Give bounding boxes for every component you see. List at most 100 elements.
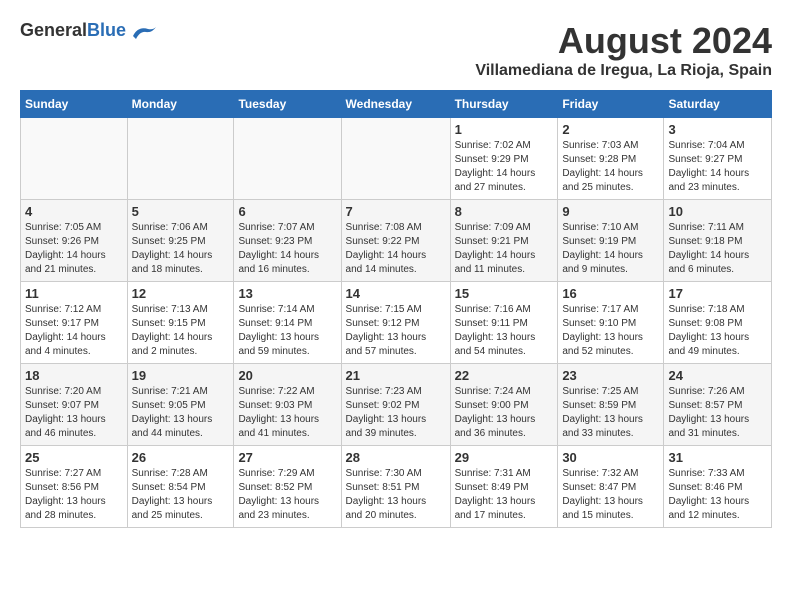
day-info: Sunrise: 7:08 AM Sunset: 9:22 PM Dayligh… — [346, 221, 446, 277]
day-info: Sunrise: 7:20 AM Sunset: 9:07 PM Dayligh… — [25, 385, 123, 441]
calendar-cell: 19 Sunrise: 7:21 AM Sunset: 9:05 PM Dayli… — [127, 364, 234, 446]
day-info: Sunrise: 7:15 AM Sunset: 9:12 PM Dayligh… — [346, 303, 446, 359]
calendar-table: SundayMondayTuesdayWednesdayThursdayFrid… — [20, 90, 772, 528]
logo-text: GeneralBlue — [20, 20, 126, 41]
day-info: Sunrise: 7:30 AM Sunset: 8:51 PM Dayligh… — [346, 467, 446, 523]
day-info: Sunrise: 7:16 AM Sunset: 9:11 PM Dayligh… — [455, 303, 554, 359]
calendar-cell: 5 Sunrise: 7:06 AM Sunset: 9:25 PM Daylig… — [127, 200, 234, 282]
day-info: Sunrise: 7:24 AM Sunset: 9:00 PM Dayligh… — [455, 385, 554, 441]
calendar-cell: 4 Sunrise: 7:05 AM Sunset: 9:26 PM Daylig… — [21, 200, 128, 282]
calendar-cell: 18 Sunrise: 7:20 AM Sunset: 9:07 PM Dayli… — [21, 364, 128, 446]
weekday-header-friday: Friday — [558, 91, 664, 118]
logo-general: General — [20, 20, 87, 40]
month-title: August 2024 — [475, 20, 772, 62]
day-number: 27 — [238, 450, 336, 465]
day-number: 16 — [562, 286, 659, 301]
calendar-cell: 15 Sunrise: 7:16 AM Sunset: 9:11 PM Dayli… — [450, 282, 558, 364]
weekday-header-tuesday: Tuesday — [234, 91, 341, 118]
day-number: 20 — [238, 368, 336, 383]
day-info: Sunrise: 7:21 AM Sunset: 9:05 PM Dayligh… — [132, 385, 230, 441]
day-info: Sunrise: 7:06 AM Sunset: 9:25 PM Dayligh… — [132, 221, 230, 277]
day-number: 3 — [668, 122, 767, 137]
calendar-cell: 1 Sunrise: 7:02 AM Sunset: 9:29 PM Daylig… — [450, 118, 558, 200]
calendar-cell: 20 Sunrise: 7:22 AM Sunset: 9:03 PM Dayli… — [234, 364, 341, 446]
calendar-cell: 12 Sunrise: 7:13 AM Sunset: 9:15 PM Dayli… — [127, 282, 234, 364]
weekday-header-saturday: Saturday — [664, 91, 772, 118]
day-info: Sunrise: 7:32 AM Sunset: 8:47 PM Dayligh… — [562, 467, 659, 523]
day-info: Sunrise: 7:05 AM Sunset: 9:26 PM Dayligh… — [25, 221, 123, 277]
calendar-header: SundayMondayTuesdayWednesdayThursdayFrid… — [21, 91, 772, 118]
day-number: 17 — [668, 286, 767, 301]
day-info: Sunrise: 7:25 AM Sunset: 8:59 PM Dayligh… — [562, 385, 659, 441]
day-number: 2 — [562, 122, 659, 137]
calendar-cell: 26 Sunrise: 7:28 AM Sunset: 8:54 PM Dayli… — [127, 446, 234, 528]
day-number: 4 — [25, 204, 123, 219]
calendar-body: 1 Sunrise: 7:02 AM Sunset: 9:29 PM Daylig… — [21, 118, 772, 528]
day-info: Sunrise: 7:02 AM Sunset: 9:29 PM Dayligh… — [455, 139, 554, 195]
logo-bird-icon — [128, 21, 158, 41]
day-number: 13 — [238, 286, 336, 301]
day-number: 26 — [132, 450, 230, 465]
page-header: GeneralBlue August 2024 Villamediana de … — [20, 20, 772, 80]
day-number: 7 — [346, 204, 446, 219]
calendar-cell: 11 Sunrise: 7:12 AM Sunset: 9:17 PM Dayli… — [21, 282, 128, 364]
calendar-week-row: 11 Sunrise: 7:12 AM Sunset: 9:17 PM Dayli… — [21, 282, 772, 364]
day-number: 15 — [455, 286, 554, 301]
day-number: 8 — [455, 204, 554, 219]
day-number: 1 — [455, 122, 554, 137]
calendar-cell — [234, 118, 341, 200]
location-title: Villamediana de Iregua, La Rioja, Spain — [475, 62, 772, 80]
calendar-cell: 28Sunrise: 7:30 AM Sunset: 8:51 PM Dayli… — [341, 446, 450, 528]
day-info: Sunrise: 7:33 AM Sunset: 8:46 PM Dayligh… — [668, 467, 767, 523]
logo-blue: Blue — [87, 20, 126, 40]
calendar-cell: 7 Sunrise: 7:08 AM Sunset: 9:22 PM Daylig… — [341, 200, 450, 282]
day-number: 18 — [25, 368, 123, 383]
day-info: Sunrise: 7:28 AM Sunset: 8:54 PM Dayligh… — [132, 467, 230, 523]
day-number: 5 — [132, 204, 230, 219]
calendar-cell — [21, 118, 128, 200]
day-info: Sunrise: 7:22 AM Sunset: 9:03 PM Dayligh… — [238, 385, 336, 441]
day-info: Sunrise: 7:14 AM Sunset: 9:14 PM Dayligh… — [238, 303, 336, 359]
day-number: 23 — [562, 368, 659, 383]
calendar-cell: 31 Sunrise: 7:33 AM Sunset: 8:46 PM Dayli… — [664, 446, 772, 528]
day-number: 19 — [132, 368, 230, 383]
calendar-cell — [341, 118, 450, 200]
weekday-header-thursday: Thursday — [450, 91, 558, 118]
day-info: Sunrise: 7:13 AM Sunset: 9:15 PM Dayligh… — [132, 303, 230, 359]
weekday-header-row: SundayMondayTuesdayWednesdayThursdayFrid… — [21, 91, 772, 118]
day-info: Sunrise: 7:26 AM Sunset: 8:57 PM Dayligh… — [668, 385, 767, 441]
calendar-week-row: 1 Sunrise: 7:02 AM Sunset: 9:29 PM Daylig… — [21, 118, 772, 200]
day-number: 21 — [346, 368, 446, 383]
day-number: 29 — [455, 450, 554, 465]
calendar-cell: 6 Sunrise: 7:07 AM Sunset: 9:23 PM Daylig… — [234, 200, 341, 282]
day-info: Sunrise: 7:04 AM Sunset: 9:27 PM Dayligh… — [668, 139, 767, 195]
weekday-header-monday: Monday — [127, 91, 234, 118]
day-number: 6 — [238, 204, 336, 219]
calendar-cell: 25Sunrise: 7:27 AM Sunset: 8:56 PM Dayli… — [21, 446, 128, 528]
calendar-cell: 17 Sunrise: 7:18 AM Sunset: 9:08 PM Dayli… — [664, 282, 772, 364]
calendar-cell: 21Sunrise: 7:23 AM Sunset: 9:02 PM Dayli… — [341, 364, 450, 446]
day-number: 11 — [25, 286, 123, 301]
day-info: Sunrise: 7:07 AM Sunset: 9:23 PM Dayligh… — [238, 221, 336, 277]
calendar-cell: 2Sunrise: 7:03 AM Sunset: 9:28 PM Daylig… — [558, 118, 664, 200]
day-info: Sunrise: 7:17 AM Sunset: 9:10 PM Dayligh… — [562, 303, 659, 359]
day-info: Sunrise: 7:18 AM Sunset: 9:08 PM Dayligh… — [668, 303, 767, 359]
day-number: 12 — [132, 286, 230, 301]
calendar-cell: 13 Sunrise: 7:14 AM Sunset: 9:14 PM Dayli… — [234, 282, 341, 364]
calendar-cell: 23 Sunrise: 7:25 AM Sunset: 8:59 PM Dayli… — [558, 364, 664, 446]
weekday-header-sunday: Sunday — [21, 91, 128, 118]
day-number: 9 — [562, 204, 659, 219]
title-section: August 2024 Villamediana de Iregua, La R… — [475, 20, 772, 80]
day-number: 14 — [346, 286, 446, 301]
calendar-week-row: 18 Sunrise: 7:20 AM Sunset: 9:07 PM Dayli… — [21, 364, 772, 446]
calendar-cell: 27Sunrise: 7:29 AM Sunset: 8:52 PM Dayli… — [234, 446, 341, 528]
calendar-cell: 10Sunrise: 7:11 AM Sunset: 9:18 PM Dayli… — [664, 200, 772, 282]
day-number: 25 — [25, 450, 123, 465]
calendar-cell: 8Sunrise: 7:09 AM Sunset: 9:21 PM Daylig… — [450, 200, 558, 282]
day-info: Sunrise: 7:12 AM Sunset: 9:17 PM Dayligh… — [25, 303, 123, 359]
day-number: 24 — [668, 368, 767, 383]
day-number: 31 — [668, 450, 767, 465]
calendar-cell: 9Sunrise: 7:10 AM Sunset: 9:19 PM Daylig… — [558, 200, 664, 282]
calendar-cell: 14 Sunrise: 7:15 AM Sunset: 9:12 PM Dayli… — [341, 282, 450, 364]
calendar-cell: 3 Sunrise: 7:04 AM Sunset: 9:27 PM Daylig… — [664, 118, 772, 200]
